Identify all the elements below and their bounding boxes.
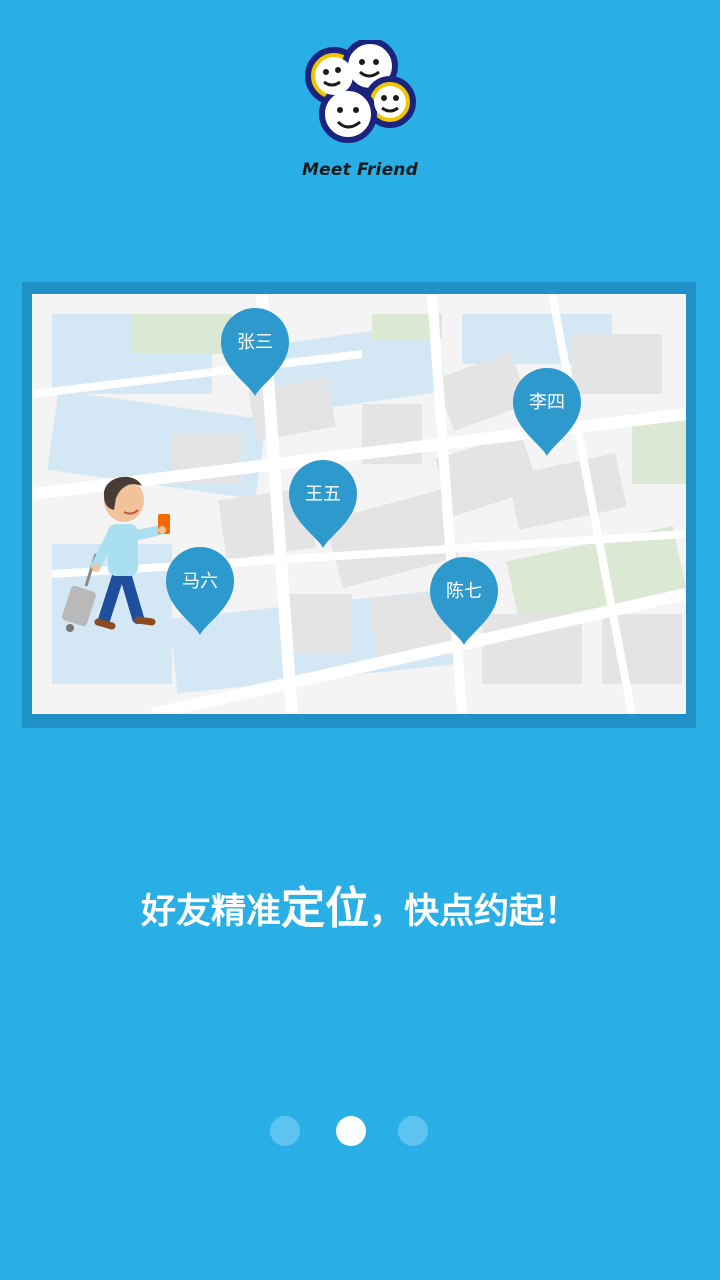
app-logo: Meet Friend bbox=[290, 40, 430, 190]
slogan-part: 好友精准 bbox=[140, 892, 281, 932]
traveler-illustration bbox=[62, 476, 170, 632]
smiley-cluster-icon bbox=[305, 40, 416, 143]
brand-name: Meet Friend bbox=[302, 160, 418, 180]
pin-label: 陈七 bbox=[446, 581, 482, 602]
page-dot[interactable] bbox=[398, 1116, 428, 1146]
page-dot[interactable] bbox=[270, 1116, 300, 1146]
pin-label: 李四 bbox=[529, 392, 565, 413]
page-indicator bbox=[270, 1114, 450, 1148]
location-pin[interactable]: 王五 bbox=[287, 458, 359, 550]
location-pin[interactable]: 李四 bbox=[511, 366, 583, 458]
location-pin[interactable]: 陈七 bbox=[428, 555, 500, 647]
page-dot-active[interactable] bbox=[336, 1116, 366, 1146]
pin-label: 张三 bbox=[237, 332, 273, 353]
pin-label: 王五 bbox=[305, 484, 341, 505]
slogan-emphasis: 定位 bbox=[281, 883, 369, 934]
slogan: 好友精准定位，快点约起！ bbox=[0, 872, 720, 936]
location-pin[interactable]: 张三 bbox=[219, 306, 291, 398]
slogan-part: ，快点约起！ bbox=[369, 892, 580, 932]
